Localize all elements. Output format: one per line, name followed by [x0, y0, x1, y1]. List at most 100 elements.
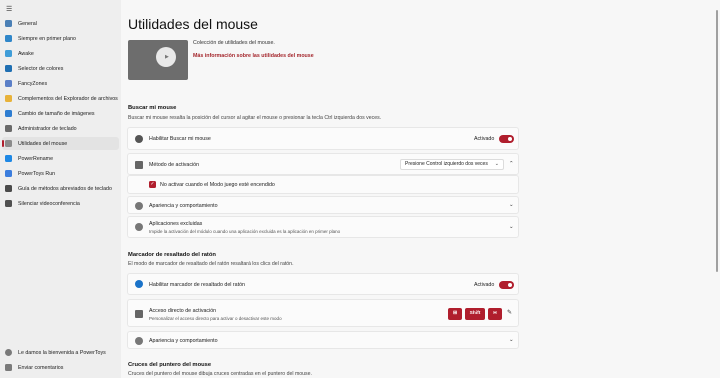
- color-picker-icon: [5, 65, 12, 72]
- sidebar-item-feedback[interactable]: Enviar comentarios: [2, 361, 119, 374]
- feedback-icon: [5, 364, 12, 371]
- find-mouse-appearance-card[interactable]: Apariencia y comportamiento ⌄: [127, 196, 519, 214]
- sidebar-item-keyboard-manager[interactable]: Administrador de teclado: [2, 122, 119, 135]
- edit-pencil-icon[interactable]: ✎: [507, 309, 512, 316]
- hero-description: Colección de utilidades del mouse.: [193, 40, 275, 46]
- activation-method-label: Método de activación: [149, 162, 200, 168]
- sidebar-item-label: Siempre en primer plano: [18, 35, 76, 42]
- palette-icon: [135, 337, 143, 345]
- find-mouse-toggle[interactable]: [499, 135, 514, 143]
- sidebar-item-label: Administrador de teclado: [18, 125, 77, 132]
- sidebar-item-label: Selector de colores: [18, 65, 64, 72]
- shortcut-label: Acceso directo de activación: [149, 308, 217, 314]
- palette-icon: [135, 202, 143, 210]
- chevron-up-icon[interactable]: ⌃: [509, 161, 514, 167]
- activation-method-card: Método de activación Presione Control iz…: [127, 153, 519, 175]
- learn-more-link[interactable]: Más información sobre las utilidades del…: [193, 53, 314, 59]
- key-h: H: [488, 308, 502, 320]
- sidebar-item-label: General: [18, 20, 37, 27]
- rename-icon: [5, 155, 12, 162]
- camera-mute-icon: [5, 200, 12, 207]
- section-title-find-mouse: Buscar mi mouse: [128, 105, 177, 111]
- sidebar-item-powertoys-run[interactable]: PowerToys Run: [2, 167, 119, 180]
- main-content: Utilidades del mouse ▶ Colección de util…: [121, 0, 720, 378]
- find-mouse-state-label: Activado: [474, 136, 495, 142]
- sidebar-item-label: Utilidades del mouse: [18, 140, 68, 147]
- pin-window-icon: [5, 35, 12, 42]
- chevron-down-icon: ⌄: [494, 161, 499, 167]
- sidebar-item-label: Le damos la bienvenida a PowerToys: [18, 349, 106, 356]
- excluded-apps-card[interactable]: Aplicaciones excluidas Impide la activac…: [127, 216, 519, 238]
- excluded-apps-label: Aplicaciones excluidas: [149, 221, 203, 227]
- highlighter-enable-card: Habilitar marcador de resaltado del rató…: [127, 273, 519, 295]
- game-mode-label: No activar cuando el Modo juego esté enc…: [160, 182, 275, 188]
- folder-icon: [5, 95, 12, 102]
- sidebar-item-label: PowerRename: [18, 155, 54, 162]
- find-mouse-icon: [135, 135, 143, 143]
- highlighter-appearance-label: Apariencia y comportamiento: [149, 338, 218, 344]
- key-windows: ⊞: [448, 308, 462, 320]
- sidebar: ☰ General Siempre en primer plano Awake …: [0, 0, 121, 378]
- section-description-find-mouse: Buscar mi mouse resalta la posición del …: [128, 115, 382, 121]
- hamburger-icon[interactable]: ☰: [6, 6, 12, 13]
- sidebar-item-powerrename[interactable]: PowerRename: [2, 152, 119, 165]
- sidebar-item-color-picker[interactable]: Selector de colores: [2, 62, 119, 75]
- gear-icon: [5, 20, 12, 27]
- sidebar-item-file-explorer[interactable]: Complementos del Explorador de archivos: [2, 92, 119, 105]
- page-title: Utilidades del mouse: [128, 16, 258, 32]
- game-mode-card: ✓ No activar cuando el Modo juego esté e…: [127, 175, 519, 194]
- highlighter-appearance-card[interactable]: Apariencia y comportamiento ⌄: [127, 331, 519, 349]
- sidebar-item-fancyzones[interactable]: FancyZones: [2, 77, 119, 90]
- find-mouse-appearance-label: Apariencia y comportamiento: [149, 203, 218, 209]
- zones-icon: [5, 80, 12, 87]
- excluded-apps-icon: [135, 223, 143, 231]
- sidebar-item-label: Awake: [18, 50, 34, 57]
- chevron-down-icon[interactable]: ⌄: [509, 202, 514, 208]
- sidebar-item-label: Silenciar videoconferencia: [18, 200, 80, 207]
- find-mouse-enable-label: Habilitar Buscar mi mouse: [149, 136, 211, 142]
- keyboard-shortcut-icon: [135, 310, 143, 318]
- game-mode-checkbox[interactable]: ✓: [149, 181, 156, 188]
- highlighter-toggle[interactable]: [499, 281, 514, 289]
- highlighter-enable-label: Habilitar marcador de resaltado del rató…: [149, 282, 245, 288]
- play-icon: ▶: [165, 54, 169, 60]
- excluded-apps-description: Impide la activación del módulo cuando u…: [149, 229, 341, 234]
- sidebar-item-general[interactable]: General: [2, 17, 119, 30]
- highlighter-icon: [135, 280, 143, 288]
- mouse-icon: [5, 140, 12, 147]
- sidebar-item-welcome[interactable]: Le damos la bienvenida a PowerToys: [2, 346, 119, 359]
- coffee-icon: [5, 50, 12, 57]
- sidebar-item-image-resizer[interactable]: Cambio de tamaño de imágenes: [2, 107, 119, 120]
- chevron-down-icon[interactable]: ⌄: [509, 337, 514, 343]
- key-shift: Shift: [465, 308, 485, 320]
- sidebar-item-label: FancyZones: [18, 80, 48, 87]
- sidebar-item-video-conference[interactable]: Silenciar videoconferencia: [2, 197, 119, 210]
- sidebar-item-label: Enviar comentarios: [18, 364, 64, 371]
- section-title-highlighter: Marcador de resaltado del ratón: [128, 252, 216, 258]
- hero-image[interactable]: ▶: [128, 40, 188, 80]
- sidebar-item-label: PowerToys Run: [18, 170, 56, 177]
- shortcut-description: Personalizar el acceso directo para acti…: [149, 316, 282, 321]
- scrollbar-thumb[interactable]: [715, 10, 718, 272]
- sidebar-item-shortcut-guide[interactable]: Guía de métodos abreviados de teclado: [2, 182, 119, 195]
- activation-icon: [135, 161, 143, 169]
- image-resize-icon: [5, 110, 12, 117]
- scrollbar[interactable]: [715, 6, 718, 371]
- run-icon: [5, 170, 12, 177]
- section-title-crosshairs: Cruces del puntero del mouse: [128, 362, 212, 368]
- sidebar-item-mouse-utilities[interactable]: Utilidades del mouse: [2, 137, 119, 150]
- activation-method-dropdown[interactable]: Presione Control izquierdo dos veces ⌄: [400, 159, 504, 170]
- highlighter-state-label: Activado: [474, 282, 495, 288]
- section-description-crosshairs: Cruces del puntero del mouse dibuja cruc…: [128, 371, 312, 377]
- sidebar-item-awake[interactable]: Awake: [2, 47, 119, 60]
- section-description-highlighter: El modo de marcador de resaltado del rat…: [128, 261, 294, 267]
- sidebar-item-always-on-top[interactable]: Siempre en primer plano: [2, 32, 119, 45]
- sidebar-item-label: Cambio de tamaño de imágenes: [18, 110, 95, 117]
- sidebar-item-label: Complementos del Explorador de archivos: [18, 95, 118, 102]
- keyboard-icon: [5, 125, 12, 132]
- shortcut-card: Acceso directo de activación Personaliza…: [127, 299, 519, 327]
- sidebar-item-label: Guía de métodos abreviados de teclado: [18, 185, 112, 192]
- welcome-icon: [5, 349, 12, 356]
- chevron-down-icon[interactable]: ⌄: [509, 224, 514, 230]
- activation-method-value: Presione Control izquierdo dos veces: [405, 161, 488, 167]
